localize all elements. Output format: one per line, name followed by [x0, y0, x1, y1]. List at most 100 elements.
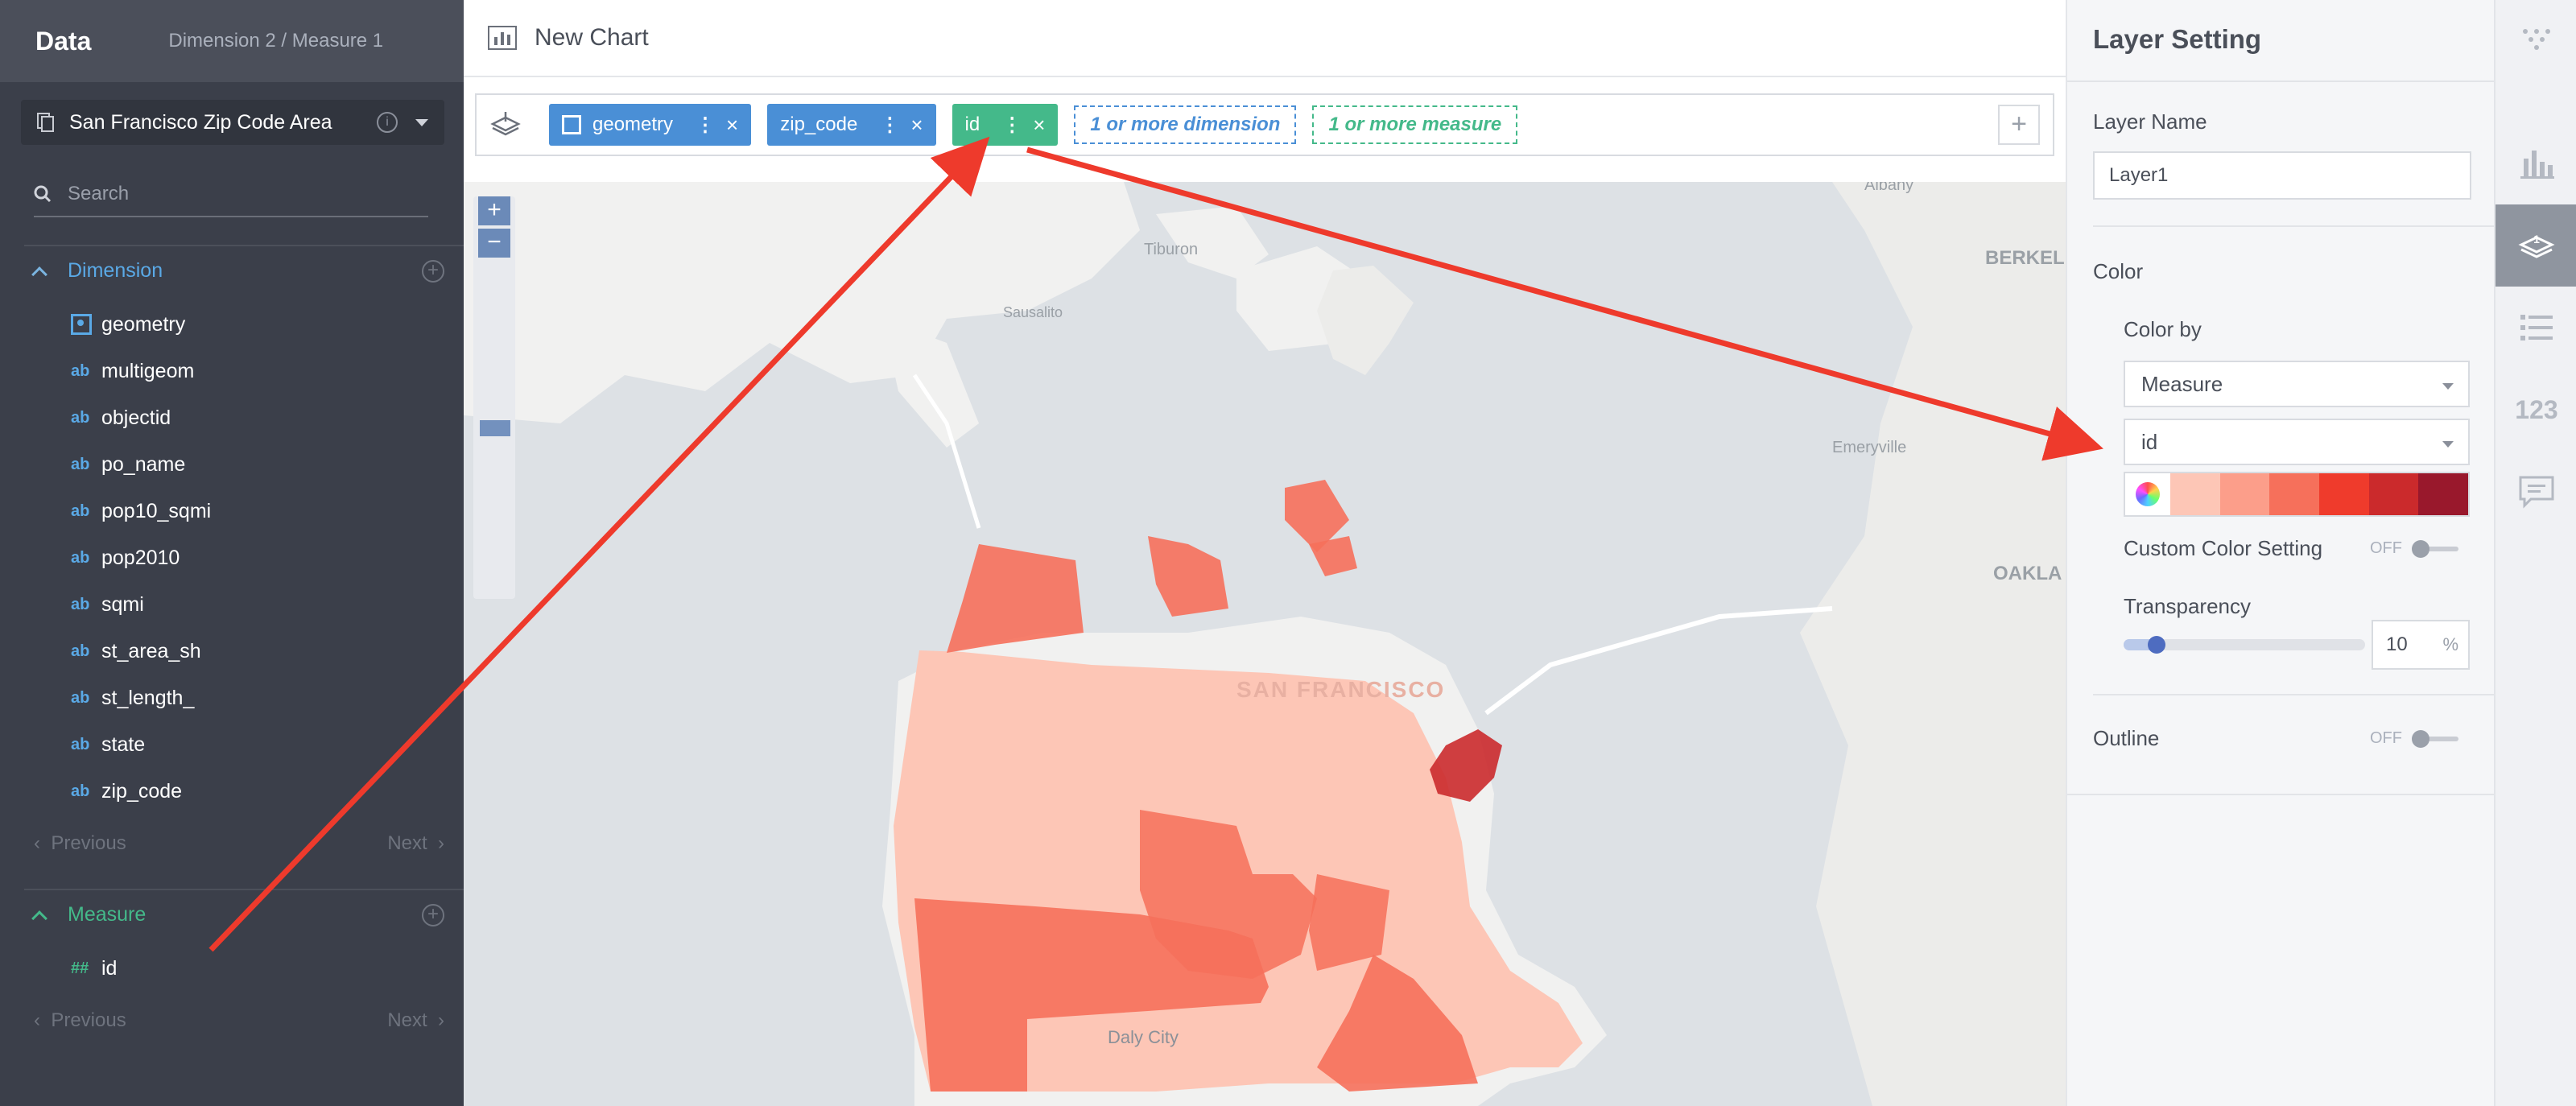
map-label-emeryville: Emeryville [1832, 439, 1906, 456]
data-panel: Data Dimension 2 / Measure 1 San Francis… [0, 0, 464, 1106]
zoom-in-button[interactable]: + [478, 196, 510, 225]
zoom-slider-handle[interactable] [480, 420, 510, 436]
chevron-up-icon[interactable] [31, 910, 47, 926]
toggle-track [2412, 729, 2458, 748]
shelf-pill-id[interactable]: id ⋮ × [952, 104, 1059, 146]
shelf-pill-zip-code[interactable]: zip_code ⋮ × [767, 104, 936, 146]
more-icon[interactable]: ⋮ [880, 113, 899, 137]
pill-label: id [964, 113, 980, 135]
legend-rail-button[interactable] [2496, 287, 2576, 369]
chevron-down-icon [2442, 441, 2454, 448]
palette-swatch [2418, 473, 2469, 515]
dimension-next-button[interactable]: Next › [387, 832, 444, 855]
bar-chart-icon [2520, 151, 2554, 179]
dimension-field-multigeom[interactable]: ab multigeom [71, 355, 194, 387]
dimension-field-state[interactable]: ab state [71, 728, 145, 761]
field-label: st_length_ [101, 686, 195, 709]
toggle-state: OFF [2370, 539, 2402, 557]
divider [2093, 225, 2496, 227]
transparency-slider[interactable] [2124, 636, 2365, 654]
measure-field-id[interactable]: ## id [71, 952, 117, 984]
dimension-field-st-length[interactable]: ab st_length_ [71, 682, 194, 714]
map-label-albany: Albany [1864, 182, 1913, 194]
add-measure-icon[interactable]: + [422, 903, 444, 926]
search-input[interactable] [68, 183, 406, 205]
outline-toggle[interactable]: OFF [2370, 729, 2458, 748]
measure-pager: ‹ Previous Next › [34, 1009, 444, 1032]
color-field-select[interactable]: id [2124, 419, 2470, 465]
field-label: geometry [101, 312, 186, 336]
field-label: pop10_sqmi [101, 499, 212, 522]
dimension-field-st-area-sh[interactable]: ab st_area_sh [71, 635, 201, 667]
field-label: id [101, 956, 118, 980]
datasource-icon [37, 113, 54, 132]
layer-icon[interactable] [489, 110, 522, 139]
measure-section-header[interactable]: Measure + [31, 903, 444, 926]
dimension-field-geometry[interactable]: geometry [71, 308, 185, 340]
transparency-label: Transparency [2124, 594, 2251, 618]
datasource-select[interactable]: San Francisco Zip Code Area i [21, 100, 444, 145]
datasource-name: San Francisco Zip Code Area [69, 110, 332, 134]
filter-rail-button[interactable] [2496, 0, 2576, 82]
toggle-knob [2412, 729, 2429, 748]
layer-rail-button[interactable]: 1 [2496, 204, 2576, 287]
number-format-rail-button[interactable]: 123 [2496, 369, 2576, 451]
measure-drop-zone[interactable]: 1 or more measure [1312, 105, 1518, 144]
palette-picker[interactable] [2125, 473, 2170, 515]
add-shelf-button[interactable]: + [1998, 105, 2040, 145]
shelf-pill-geometry[interactable]: geometry ⋮ × [549, 104, 752, 146]
map-label-tiburon: Tiburon [1144, 241, 1198, 258]
remove-icon[interactable]: × [1033, 113, 1045, 138]
dimension-section-label: Dimension [68, 259, 163, 282]
chevron-down-icon[interactable] [415, 118, 428, 126]
pill-label: geometry [592, 113, 674, 135]
transparency-input[interactable]: 10 % [2372, 620, 2470, 670]
comment-rail-button[interactable] [2496, 451, 2576, 533]
chart-area: New Chart geometry ⋮ × zip_code ⋮ × id ⋮… [464, 0, 2066, 1106]
map-canvas[interactable]: Albany BERKEL Tiburon Sausalito Emeryvil… [464, 182, 2066, 1106]
more-icon[interactable]: ⋮ [696, 113, 715, 137]
dimension-field-zip-code[interactable]: ab zip_code [71, 775, 182, 807]
more-icon[interactable]: ⋮ [1002, 113, 1022, 137]
dimension-previous-button[interactable]: ‹ Previous [34, 832, 126, 855]
transparency-slider-handle[interactable] [2148, 636, 2165, 654]
measure-section-label: Measure [68, 903, 147, 926]
zoom-out-button[interactable]: − [478, 229, 510, 258]
geo-type-icon [562, 115, 581, 134]
info-icon[interactable]: i [377, 112, 398, 133]
chart-title[interactable]: New Chart [535, 24, 649, 52]
custom-color-toggle[interactable]: OFF [2370, 539, 2458, 558]
geo-type-icon [71, 314, 92, 335]
layer-name-input[interactable] [2093, 151, 2471, 200]
dimension-field-pop2010[interactable]: ab pop2010 [71, 542, 180, 574]
remove-icon[interactable]: × [910, 113, 923, 138]
toggle-track [2412, 539, 2458, 558]
layer-setting-panel: Layer Setting Layer Name Color Color by … [2066, 0, 2496, 1106]
percent-unit: % [2442, 634, 2458, 654]
remove-icon[interactable]: × [726, 113, 738, 138]
pivot-shelf: geometry ⋮ × zip_code ⋮ × id ⋮ × 1 or mo… [475, 93, 2054, 156]
color-palette[interactable] [2124, 472, 2470, 517]
palette-swatch [2269, 473, 2320, 515]
add-dimension-icon[interactable]: + [422, 259, 444, 283]
measure-previous-button[interactable]: ‹ Previous [34, 1009, 126, 1032]
string-type-icon: ab [71, 782, 90, 800]
data-panel-header: Data Dimension 2 / Measure 1 [0, 0, 464, 82]
string-type-icon: ab [71, 595, 90, 613]
divider [2067, 794, 2496, 795]
map-label-sausalito: Sausalito [1003, 304, 1063, 320]
dimension-drop-zone[interactable]: 1 or more dimension [1074, 105, 1297, 144]
chart-type-rail-button[interactable] [2496, 122, 2576, 204]
dimension-field-objectid[interactable]: ab objectid [71, 402, 171, 434]
chevron-up-icon[interactable] [31, 266, 47, 283]
dimension-field-po-name[interactable]: ab po_name [71, 448, 185, 481]
palette-swatch [2319, 473, 2369, 515]
measure-next-button[interactable]: Next › [387, 1009, 444, 1032]
dimension-section-header[interactable]: Dimension + [31, 259, 444, 283]
color-by-select[interactable]: Measure [2124, 361, 2470, 407]
string-type-icon: ab [71, 455, 90, 473]
string-type-icon: ab [71, 688, 90, 707]
dimension-field-sqmi[interactable]: ab sqmi [71, 588, 144, 621]
map-label-daly-city: Daly City [1108, 1027, 1179, 1047]
dimension-field-pop10-sqmi[interactable]: ab pop10_sqmi [71, 495, 211, 527]
